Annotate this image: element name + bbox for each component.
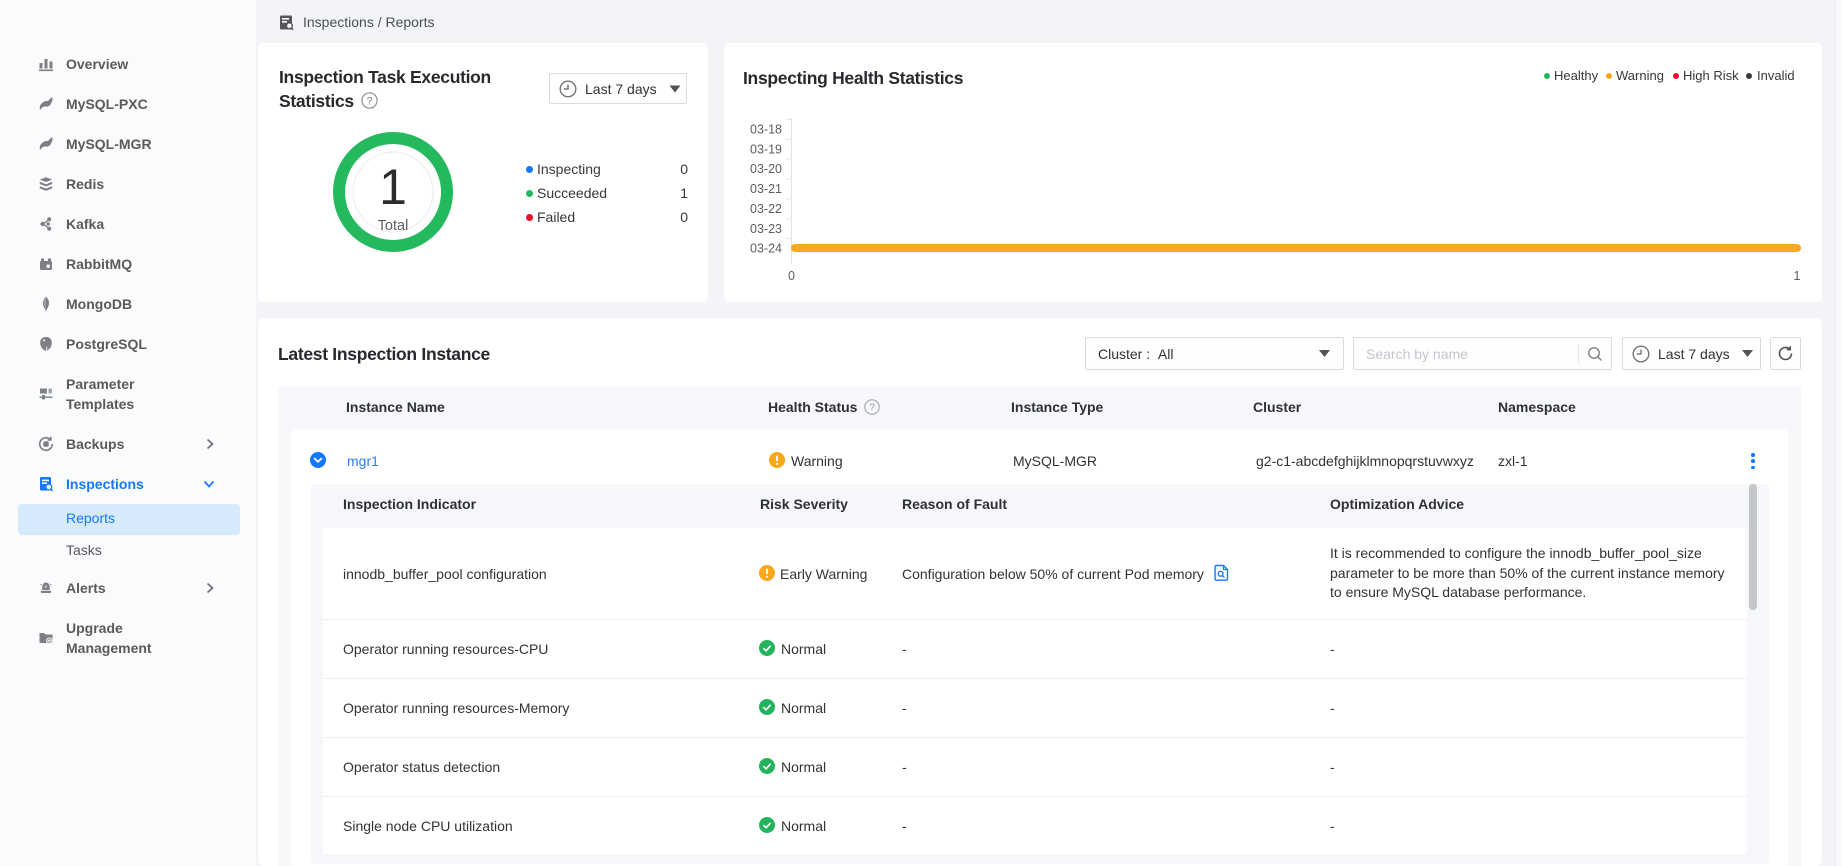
svg-text:03-22: 03-22 [750,202,782,216]
svg-text:03-24: 03-24 [750,242,782,256]
svg-text:1: 1 [1794,269,1801,283]
svg-text:03-20: 03-20 [750,162,782,176]
svg-text:03-19: 03-19 [750,142,782,156]
svg-text:03-18: 03-18 [750,123,782,137]
svg-text:03-23: 03-23 [750,222,782,236]
svg-text:?: ? [869,402,875,414]
svg-text:?: ? [366,95,372,107]
svg-text:0: 0 [788,269,795,283]
svg-text:03-21: 03-21 [750,182,782,196]
